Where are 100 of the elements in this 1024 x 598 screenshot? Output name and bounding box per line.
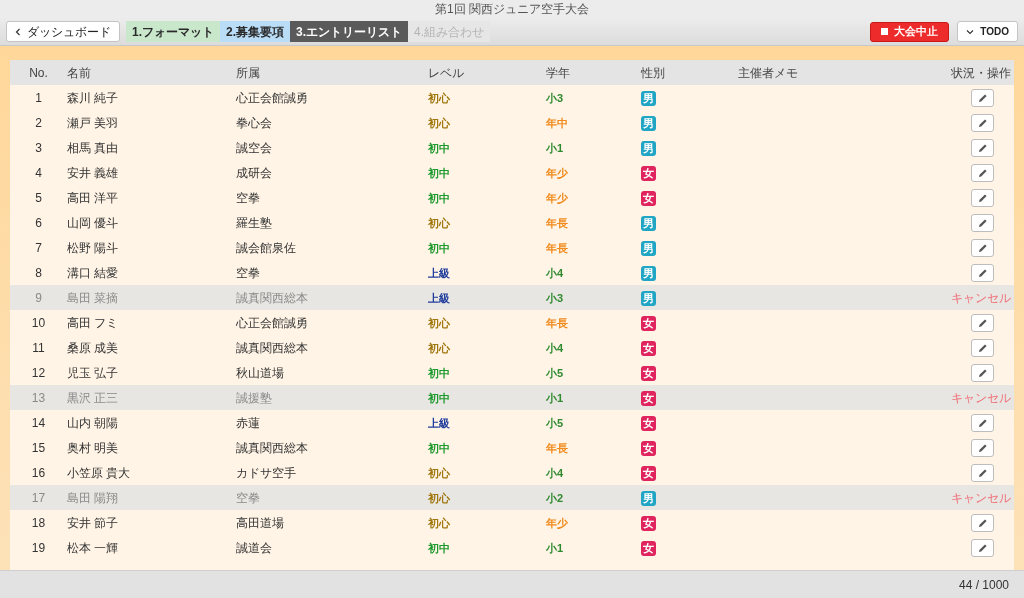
stop-tournament-button[interactable]: 大会中止: [870, 21, 950, 42]
column-header: 状況・操作: [951, 65, 1011, 80]
entry-row[interactable]: 10 高田 フミ 心正会館誠勇 初心 年長 女: [10, 310, 1014, 335]
level-label: 初中: [428, 541, 450, 554]
entry-row[interactable]: 2 瀬戸 美羽 拳心会 初心 年中 男: [10, 110, 1014, 135]
edit-button[interactable]: [971, 188, 994, 207]
row-number: 7: [35, 240, 42, 255]
edit-button[interactable]: [971, 363, 994, 382]
entry-row[interactable]: 11 桑原 成美 誠真関西総本 初心 小4 女: [10, 335, 1014, 360]
entrant-name: 高田 洋平: [67, 190, 119, 205]
pencil-icon: [977, 267, 988, 278]
row-number: 13: [31, 390, 46, 405]
entry-row[interactable]: 8 溝口 結愛 空拳 上級 小4 男: [10, 260, 1014, 285]
gender-badge: 男: [641, 240, 656, 256]
entry-row[interactable]: 7 松野 陽斗 誠会館泉佐 初中 年長 男: [10, 235, 1014, 260]
entrant-name: 小笠原 貴大: [67, 465, 131, 480]
entry-row[interactable]: 16 小笠原 貴大 カドサ空手 初心 小4 女: [10, 460, 1014, 485]
edit-button[interactable]: [971, 338, 994, 357]
row-number: 2: [35, 115, 42, 130]
grade-label: 小5: [546, 366, 564, 379]
entry-row[interactable]: 17 島田 陽翔 空拳 初心 小2 男 キャンセル: [10, 485, 1014, 510]
grade-label: 年少: [546, 516, 568, 529]
gender-badge: 男: [641, 490, 656, 506]
pencil-icon: [977, 142, 988, 153]
entry-row[interactable]: 12 児玉 弘子 秋山道場 初中 小5 女: [10, 360, 1014, 385]
pencil-icon: [977, 367, 988, 378]
gender-badge: 女: [641, 440, 656, 456]
edit-button[interactable]: [971, 263, 994, 282]
level-label: 初心: [428, 341, 450, 354]
edit-button[interactable]: [971, 463, 994, 482]
column-header: 性別: [641, 65, 665, 80]
edit-button[interactable]: [971, 313, 994, 332]
gender-badge: 男: [641, 90, 656, 106]
entry-row[interactable]: 13 黒沢 正三 誠援塾 初中 小1 女 キャンセル: [10, 385, 1014, 410]
column-header: No.: [29, 65, 48, 80]
club-name: 誠援塾: [236, 390, 272, 405]
row-number: 14: [31, 415, 46, 430]
grade-label: 小3: [546, 91, 564, 104]
edit-button[interactable]: [971, 213, 994, 232]
chevron-left-icon: [15, 27, 21, 36]
level-label: 初心: [428, 216, 450, 229]
pencil-icon: [977, 167, 988, 178]
grade-label: 年長: [546, 316, 568, 329]
level-label: 上級: [428, 291, 450, 304]
entry-row[interactable]: 4 安井 義雄 成研会 初中 年少 女: [10, 160, 1014, 185]
edit-button[interactable]: [971, 238, 994, 257]
step-tab[interactable]: 1.フォーマット: [126, 21, 220, 42]
edit-button[interactable]: [971, 138, 994, 157]
column-header: 所属: [236, 65, 260, 80]
row-number: 6: [35, 215, 42, 230]
edit-button[interactable]: [971, 538, 994, 557]
club-name: 成研会: [236, 165, 272, 180]
step-tab[interactable]: 3.エントリーリスト: [290, 21, 409, 42]
entrant-name: 島田 陽翔: [67, 490, 119, 505]
grade-label: 小4: [546, 341, 564, 354]
entry-row[interactable]: 14 山内 朝陽 赤蓮 上級 小5 女: [10, 410, 1014, 435]
back-button[interactable]: ダッシュボード: [6, 21, 120, 42]
entrant-name: 奥村 明美: [67, 440, 119, 455]
step-tab[interactable]: 2.募集要項: [220, 21, 291, 42]
row-number: 4: [35, 165, 42, 180]
entry-row[interactable]: 9 島田 菜摘 誠真関西総本 上級 小3 男 キャンセル: [10, 285, 1014, 310]
gender-badge: 男: [641, 140, 656, 156]
pencil-icon: [977, 442, 988, 453]
club-name: 誠会館泉佐: [236, 240, 296, 255]
entry-row[interactable]: 1 森川 純子 心正会館誠勇 初心 小3 男: [10, 85, 1014, 110]
level-label: 初心: [428, 516, 450, 529]
cancelled-status: キャンセル: [951, 489, 1011, 507]
column-header: 名前: [67, 65, 91, 80]
edit-button[interactable]: [971, 163, 994, 182]
gender-badge: 女: [641, 515, 656, 531]
edit-button[interactable]: [971, 413, 994, 432]
pencil-icon: [977, 92, 988, 103]
edit-button[interactable]: [971, 438, 994, 457]
entry-row[interactable]: 19 松本 一輝 誠道会 初中 小1 女: [10, 535, 1014, 560]
level-label: 初中: [428, 166, 450, 179]
entry-row[interactable]: 5 高田 洋平 空拳 初中 年少 女: [10, 185, 1014, 210]
entrant-name: 溝口 結愛: [67, 265, 119, 280]
row-number: 10: [31, 315, 46, 330]
club-name: 赤蓮: [236, 415, 260, 430]
edit-button[interactable]: [971, 513, 994, 532]
club-name: 空拳: [236, 490, 260, 505]
pencil-icon: [977, 417, 988, 428]
entry-row[interactable]: 6 山岡 優斗 羅生塾 初心 年長 男: [10, 210, 1014, 235]
club-name: 秋山道場: [236, 365, 284, 380]
gender-badge: 女: [641, 315, 656, 331]
entry-row[interactable]: 3 相馬 真由 誠空会 初中 小1 男: [10, 135, 1014, 160]
stop-icon: [881, 28, 889, 35]
gender-badge: 女: [641, 465, 656, 481]
gender-badge: 女: [641, 365, 656, 381]
todo-button[interactable]: TODO: [957, 21, 1018, 42]
club-name: 高田道場: [236, 515, 284, 530]
pencil-icon: [977, 242, 988, 253]
pencil-icon: [977, 117, 988, 128]
edit-button[interactable]: [971, 113, 994, 132]
entry-row[interactable]: 18 安井 節子 高田道場 初心 年少 女: [10, 510, 1014, 535]
club-name: 誠道会: [236, 540, 272, 555]
entry-row[interactable]: 15 奥村 明美 誠真関西総本 初中 年長 女: [10, 435, 1014, 460]
row-number: 16: [31, 465, 46, 480]
grade-label: 年少: [546, 191, 568, 204]
edit-button[interactable]: [971, 88, 994, 107]
